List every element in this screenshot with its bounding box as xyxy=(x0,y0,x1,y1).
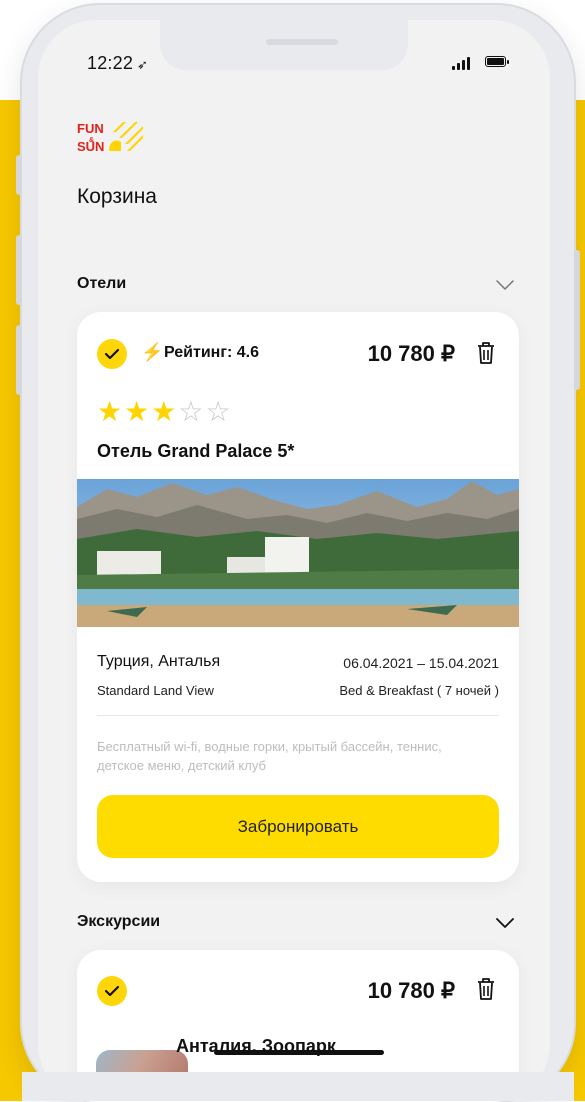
star-filled-icon: ★ xyxy=(151,396,177,427)
book-button[interactable]: Забронировать xyxy=(97,795,499,858)
hotel-amenities: Бесплатный wi-fi, водные горки, крытый б… xyxy=(97,739,442,773)
mute-switch xyxy=(16,155,22,195)
svg-text:SUN: SUN xyxy=(77,139,104,154)
hotel-dates: 06.04.2021 – 15.04.2021 xyxy=(343,655,499,671)
phone-frame-bottom xyxy=(22,1072,574,1101)
lightning-icon: ⚡ xyxy=(141,342,164,362)
excursion-select-checkbox[interactable] xyxy=(97,976,127,1006)
notch xyxy=(160,20,408,70)
star-filled-icon: ★ xyxy=(124,396,150,427)
star-empty-icon: ☆ xyxy=(205,396,231,427)
volume-up-button xyxy=(16,235,22,305)
volume-down-button xyxy=(16,325,22,395)
status-time-text: 12:22 xyxy=(87,53,134,73)
section-label-hotels: Отели xyxy=(77,275,127,292)
hotel-name: Отель Grand Palace 5* xyxy=(97,441,295,461)
hotel-price: 10 780 ₽ xyxy=(367,341,455,366)
excursion-price: 10 780 ₽ xyxy=(367,978,455,1003)
checkmark-icon xyxy=(104,348,120,360)
star-filled-icon: ★ xyxy=(97,396,123,427)
status-time: 12:22 ➶ xyxy=(87,53,148,74)
fun-sun-logo[interactable]: FUN & SUN xyxy=(77,120,149,154)
svg-text:FUN: FUN xyxy=(77,121,104,136)
hotel-room-type: Standard Land View xyxy=(97,683,214,698)
hotel-board-type: Bed & Breakfast ( 7 ночей ) xyxy=(339,683,499,698)
section-label-excursions: Экскурсии xyxy=(77,913,161,930)
battery-icon xyxy=(485,56,509,67)
phone-screen: 12:22 ➶ FUN & SUN Корзина Отели ⚡ Рейтинг… xyxy=(38,20,550,1102)
speaker xyxy=(266,39,338,45)
star-empty-icon: ☆ xyxy=(178,396,204,427)
trash-icon[interactable] xyxy=(475,977,497,1001)
hotel-card: ⚡ Рейтинг: 4.6 10 780 ₽ ★★★☆☆ Отель Gran… xyxy=(77,312,519,882)
card-divider xyxy=(97,715,499,716)
hotel-select-checkbox[interactable] xyxy=(97,339,127,369)
location-arrow-icon: ➶ xyxy=(137,57,149,72)
home-indicator[interactable] xyxy=(214,1050,384,1055)
chevron-down-icon[interactable] xyxy=(495,913,515,933)
hotel-location: Турция, Анталья xyxy=(97,653,221,670)
page-title: Корзина xyxy=(77,185,157,208)
hotel-star-rating: ★★★☆☆ xyxy=(97,398,233,426)
hotel-photo[interactable] xyxy=(77,479,519,627)
checkmark-icon xyxy=(104,985,120,997)
signal-icon xyxy=(452,56,472,70)
chevron-down-icon[interactable] xyxy=(495,275,515,295)
hotel-rating: Рейтинг: 4.6 xyxy=(164,344,260,361)
power-button xyxy=(574,250,580,390)
trash-icon[interactable] xyxy=(475,341,497,365)
